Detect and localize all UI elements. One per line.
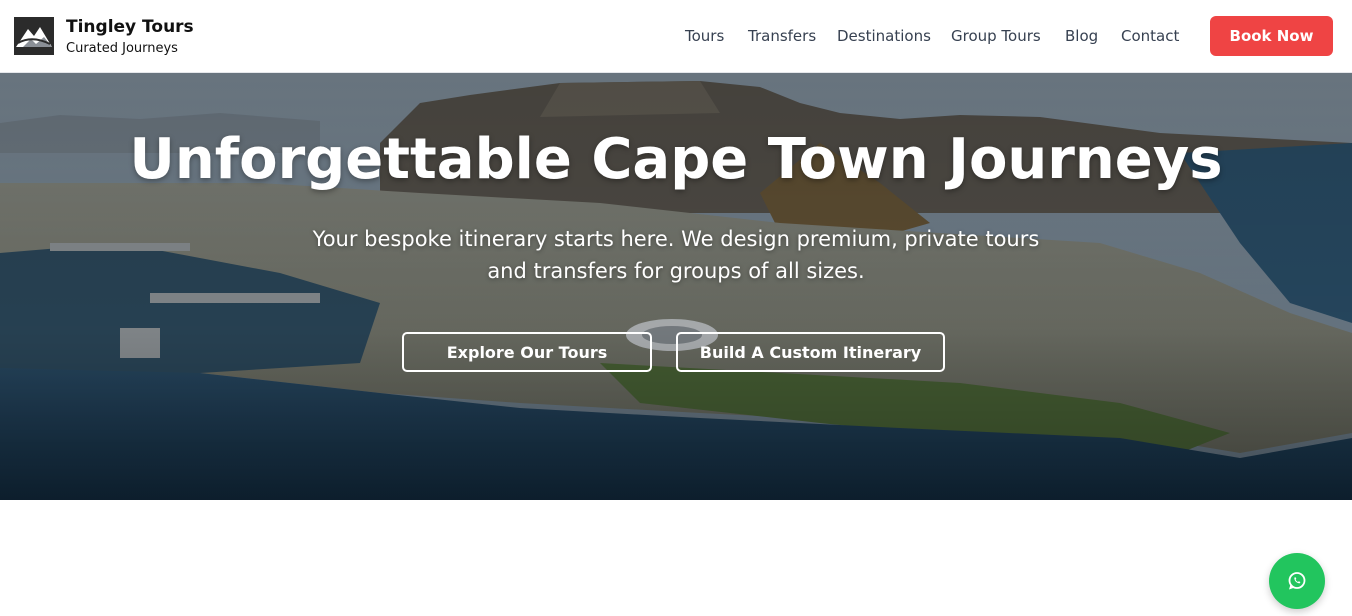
nav-link-destinations[interactable]: Destinations	[837, 27, 931, 45]
book-now-button[interactable]: Book Now	[1210, 16, 1333, 56]
hero-section: Unforgettable Cape Town Journeys Your be…	[0, 73, 1352, 500]
hero-title: Unforgettable Cape Town Journeys	[129, 127, 1223, 192]
hero-subtitle: Your bespoke itinerary starts here. We d…	[312, 227, 1040, 283]
mountain-logo-icon[interactable]	[14, 17, 54, 55]
brand-tagline: Curated Journeys	[66, 41, 178, 56]
custom-itinerary-button[interactable]: Build A Custom Itinerary	[676, 332, 945, 372]
nav-link-group-tours[interactable]: Group Tours	[951, 27, 1041, 45]
nav-link-tours[interactable]: Tours	[685, 27, 724, 45]
whatsapp-button[interactable]	[1269, 553, 1325, 609]
nav-link-contact[interactable]: Contact	[1121, 27, 1179, 45]
brand-name[interactable]: Tingley Tours	[66, 17, 194, 37]
whatsapp-icon	[1288, 572, 1306, 590]
nav-link-transfers[interactable]: Transfers	[748, 27, 816, 45]
explore-tours-button[interactable]: Explore Our Tours	[402, 332, 652, 372]
site-header: Tingley Tours Curated Journeys Tours Tra…	[0, 0, 1352, 73]
nav-link-blog[interactable]: Blog	[1065, 27, 1098, 45]
